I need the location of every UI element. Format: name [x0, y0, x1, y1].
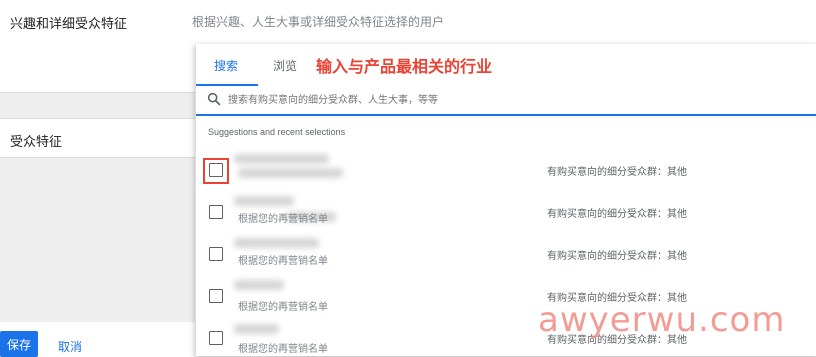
checkbox[interactable] — [209, 247, 223, 261]
suggestions-header: Suggestions and recent selections — [208, 127, 346, 137]
save-button[interactable]: 保存 — [0, 331, 38, 357]
checkbox[interactable] — [209, 205, 223, 219]
blurred-title — [234, 196, 294, 206]
item-category: 有购买意向的细分受众群：其他 — [547, 209, 687, 220]
tab-bar: 搜索 浏览 输入与产品最相关的行业 — [196, 44, 816, 84]
blurred-title — [234, 324, 279, 334]
item-category: 有购买意向的细分受众群：其他 — [547, 251, 687, 262]
tab-search[interactable]: 搜索 — [214, 57, 238, 74]
item-category: 有购买意向的细分受众群：其他 — [547, 167, 687, 178]
item-subtitle: 根据您的再营销名单 — [238, 302, 328, 313]
checkbox[interactable] — [209, 289, 223, 303]
interests-label: 兴趣和详细受众特征 — [10, 17, 128, 32]
blurred-title — [234, 154, 329, 164]
list-item[interactable]: 根据您的再营销名单 有购买意向的细分受众群：其他 — [196, 190, 816, 230]
list-item[interactable]: 根据您的再营销名单 有购买意向的细分受众群：其他 — [196, 232, 816, 272]
watermark: awyerwu.com — [538, 300, 786, 340]
search-icon — [207, 92, 221, 106]
blurred-title — [234, 238, 319, 248]
item-subtitle: 根据您的再营销名单 — [238, 256, 328, 267]
checkbox[interactable] — [209, 163, 223, 177]
interests-description: 根据兴趣、人生大事或详细受众特征选择的用户 — [192, 15, 445, 29]
tab-browse[interactable]: 浏览 — [273, 57, 297, 74]
search-input[interactable] — [226, 89, 790, 111]
item-subtitle: 根据您的再营销名单 — [238, 214, 328, 225]
search-bar[interactable] — [196, 86, 816, 116]
list-item[interactable]: 有购买意向的细分受众群：其他 — [196, 148, 816, 188]
annotation-text: 输入与产品最相关的行业 — [316, 57, 493, 76]
demographics-section[interactable]: 受众特征 — [0, 118, 195, 158]
blurred-title — [238, 168, 343, 178]
cancel-button[interactable]: 取消 — [58, 338, 82, 355]
demographics-label: 受众特征 — [10, 135, 63, 150]
checkbox[interactable] — [209, 331, 223, 345]
blurred-title — [234, 280, 284, 290]
item-subtitle: 根据您的再营销名单 — [238, 344, 328, 355]
